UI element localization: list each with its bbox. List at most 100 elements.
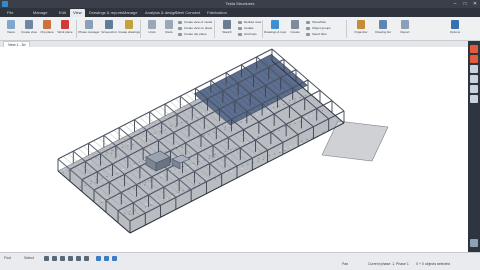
redraw-view[interactable]: Redraw view	[238, 20, 261, 25]
tab-manage-2[interactable]: Manage	[120, 9, 140, 17]
drawing-list-label: Drawing list	[375, 31, 391, 34]
clip-plane-icon	[43, 20, 51, 29]
create-clip-plane[interactable]: Create clip plane	[178, 32, 207, 37]
filter-icon[interactable]	[104, 256, 109, 261]
organizer-icon	[357, 20, 365, 29]
property-icon[interactable]	[470, 75, 478, 83]
create-drawings-button[interactable]: Create drawings	[118, 19, 140, 39]
snap-icon[interactable]	[84, 256, 89, 261]
maximize-icon[interactable]: □	[460, 0, 470, 8]
ribbon-separator	[214, 20, 215, 38]
phase-manager-icon	[85, 20, 93, 29]
floor-texture	[89, 161, 91, 163]
building-model-3d[interactable]	[0, 47, 468, 252]
work-plane-button[interactable]: Work plane	[56, 19, 74, 39]
floor-texture	[272, 107, 275, 109]
work-plane-label: Work plane	[57, 31, 73, 34]
floor-texture	[133, 165, 135, 167]
create-icon	[291, 20, 299, 29]
create-view-button[interactable]: Create view	[20, 19, 38, 39]
floor-texture	[246, 142, 248, 143]
organizer-button[interactable]: Organizer	[352, 19, 370, 39]
rotate-icon[interactable]	[470, 45, 478, 53]
tab-fabrication[interactable]: Fabrication	[204, 9, 230, 17]
phase-manager-button[interactable]: Phase manager	[78, 19, 100, 39]
model-viewport[interactable]	[0, 47, 468, 252]
floor-texture	[219, 176, 222, 178]
tab-file[interactable]: File	[4, 9, 16, 17]
catalog-icon[interactable]	[470, 95, 478, 103]
screenshot-label: Screenshot	[101, 31, 117, 34]
floor-texture	[181, 122, 183, 124]
select-filter[interactable]: Select filter	[306, 32, 327, 37]
floor-texture	[95, 181, 97, 183]
create-view-of-model[interactable]: Create view of model	[178, 20, 212, 25]
show-hide[interactable]: Show/hide	[306, 20, 326, 25]
drawings-reports-button[interactable]: Drawings & reports	[264, 19, 286, 39]
floor-texture	[90, 183, 92, 185]
floor-texture	[144, 160, 146, 161]
floor-texture	[187, 164, 190, 166]
snap-icon[interactable]	[44, 256, 49, 261]
sketch-button[interactable]: Sketch	[218, 19, 236, 39]
floor-texture	[322, 131, 324, 133]
floor-texture	[101, 202, 103, 203]
floor-texture	[197, 114, 199, 116]
floor-texture	[247, 163, 249, 165]
floor-texture	[294, 98, 296, 100]
floor-texture	[166, 197, 168, 199]
grid-lines[interactable]: Grid lines	[238, 32, 257, 37]
floor-texture	[258, 158, 260, 160]
clip-plane-button[interactable]: Clip plane	[38, 19, 56, 39]
floor-texture	[208, 158, 211, 159]
options-button[interactable]: Options	[446, 19, 464, 39]
undo-button[interactable]: Undo	[143, 19, 161, 39]
tab-steel-connect[interactable]: Steel Connect	[172, 9, 203, 17]
floor-texture	[132, 141, 135, 143]
floor-texture	[305, 117, 307, 118]
floor-texture	[148, 136, 150, 138]
create-button[interactable]: Create	[286, 19, 304, 39]
layers-icon[interactable]	[470, 85, 478, 93]
ribbon-separator	[76, 20, 77, 38]
snap-icon[interactable]	[52, 256, 57, 261]
zoom-icon[interactable]	[470, 65, 478, 73]
minimize-icon[interactable]: –	[450, 0, 460, 8]
pan-icon[interactable]	[470, 55, 478, 63]
create-drawings-icon	[125, 20, 133, 29]
screenshot-button[interactable]: Screenshot	[100, 19, 118, 39]
floor-texture	[95, 157, 97, 159]
floor-texture	[62, 171, 65, 173]
report-button[interactable]: Report	[396, 19, 414, 39]
redo-button[interactable]: Redo	[160, 19, 178, 39]
floor-texture	[311, 137, 313, 139]
tab-edit[interactable]: Edit	[56, 9, 69, 17]
floor-texture	[154, 132, 156, 134]
views-button[interactable]: Views	[2, 19, 20, 39]
snap-icon[interactable]	[68, 256, 73, 261]
snap-icon[interactable]	[60, 256, 65, 261]
expand-icon[interactable]	[470, 239, 478, 247]
floor-texture	[256, 114, 259, 116]
close-icon[interactable]: ✕	[470, 0, 480, 8]
floor-texture	[170, 125, 172, 127]
tab-manage[interactable]: Manage	[30, 9, 50, 17]
floor-texture	[145, 203, 147, 205]
floor-texture	[290, 146, 292, 148]
floor-texture	[96, 201, 99, 203]
floor-texture	[263, 156, 265, 158]
floor-texture	[289, 100, 291, 101]
floor-texture	[138, 139, 140, 141]
filter-icon[interactable]	[112, 256, 117, 261]
status-select[interactable]: Select	[24, 256, 34, 260]
create-view-on-plane[interactable]: Create view on plane	[178, 26, 212, 31]
filter-icon[interactable]	[96, 256, 101, 261]
update[interactable]: Update	[238, 26, 254, 31]
floor-texture	[288, 102, 290, 104]
status-find[interactable]: Find	[4, 256, 11, 260]
tab-view[interactable]: View	[70, 9, 85, 17]
snap-icon[interactable]	[76, 256, 81, 261]
drawing-list-button[interactable]: Drawing list	[374, 19, 392, 39]
status-selection: 0 + 0 objects selected	[416, 262, 450, 266]
object-groups[interactable]: Object groups	[306, 26, 331, 31]
